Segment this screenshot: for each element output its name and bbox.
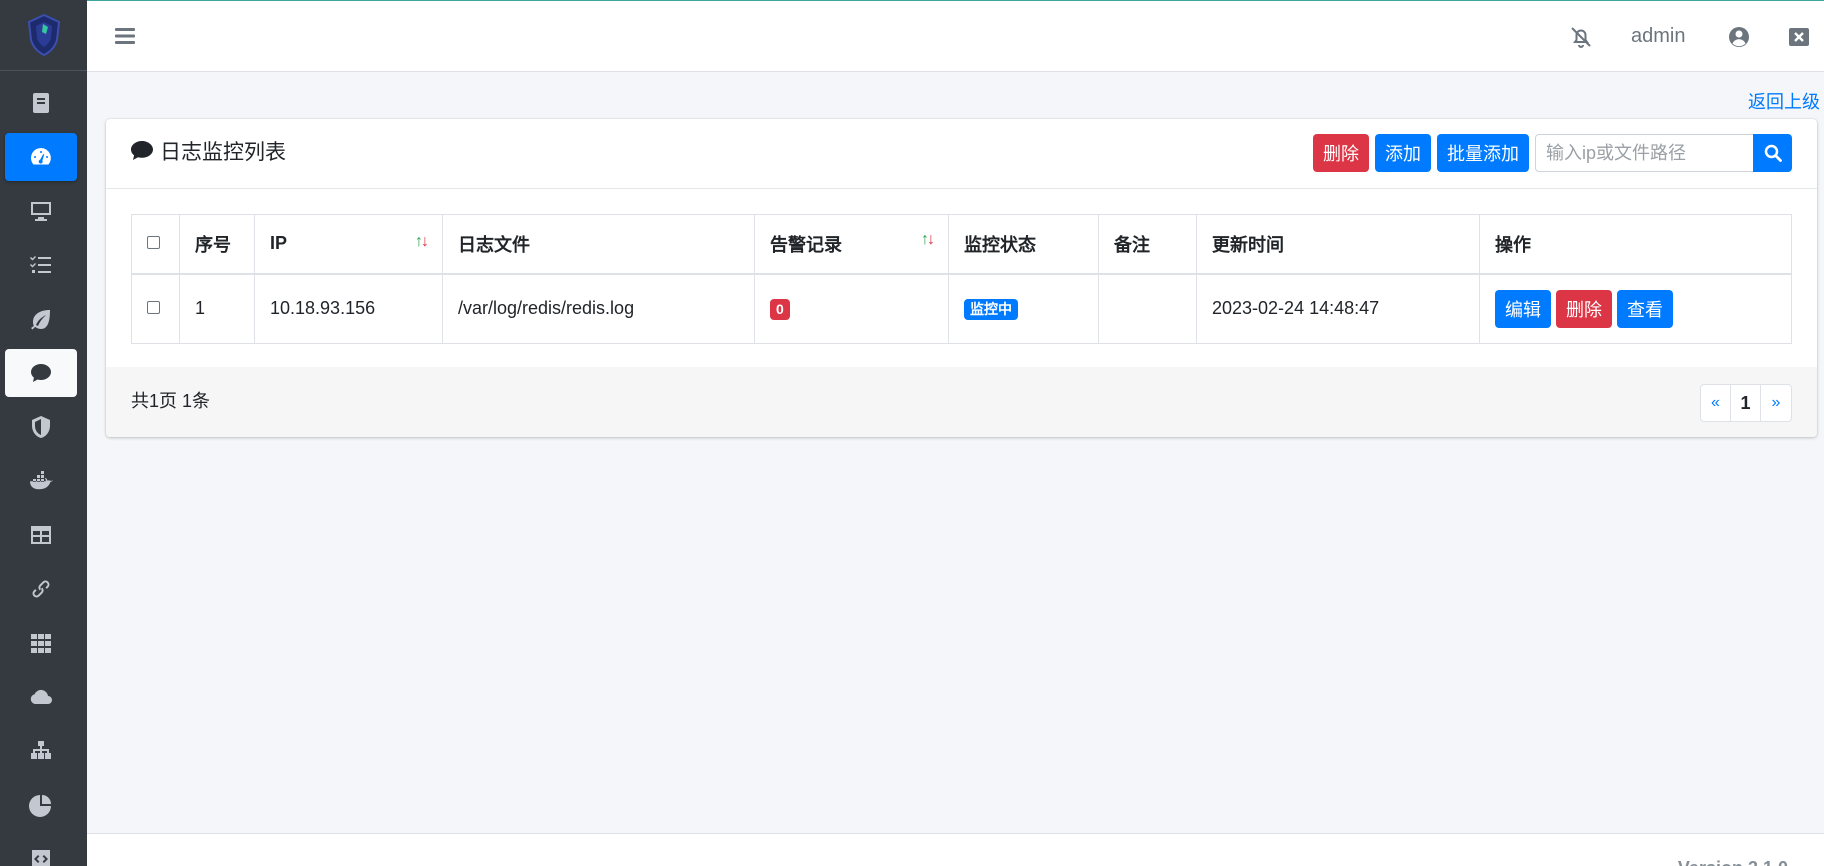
card-title-text: 日志监控列表 [160, 141, 286, 164]
sidebar-item-dashboard[interactable] [5, 133, 77, 181]
row-delete-button[interactable]: 删除 [1556, 289, 1612, 328]
sidebar-item-book[interactable] [5, 79, 77, 127]
header-actions: 操作 [1479, 214, 1792, 275]
search-input[interactable] [1535, 134, 1753, 172]
sidebar-item-leaf[interactable] [5, 295, 77, 343]
task-list-icon [30, 256, 51, 273]
row-select-cell [131, 273, 180, 344]
grid-icon [31, 634, 51, 653]
header-log-file: 日志文件 [442, 214, 755, 275]
card-toolbar: 删除 添加 批量添加 [1307, 134, 1792, 172]
row-checkbox[interactable] [147, 301, 160, 315]
brand-logo[interactable] [0, 0, 87, 71]
sidebar-item-desktop[interactable] [5, 187, 77, 235]
pagination-page[interactable]: 1 [1731, 385, 1761, 421]
desktop-monitor-icon [31, 202, 51, 221]
sidebar-item-reports[interactable] [5, 781, 77, 829]
header-updated: 更新时间 [1196, 214, 1480, 275]
table-header-row: 序号 IP ↑↓ 日志文件 告警记录 ↑↓ 监控状态 备注 更新时间 操作 [131, 214, 1792, 275]
header-ip[interactable]: IP ↑↓ [254, 214, 443, 275]
select-all-header [131, 214, 180, 275]
sort-icon[interactable]: ↑↓ [921, 231, 935, 249]
username[interactable]: admin [1631, 25, 1685, 48]
sidebar-item-docker[interactable] [5, 457, 77, 505]
sidebar-item-tasks[interactable] [5, 241, 77, 289]
cell-alert-count: 0 [754, 273, 949, 344]
pagination-next[interactable]: » [1761, 385, 1791, 421]
table-container: 序号 IP ↑↓ 日志文件 告警记录 ↑↓ 监控状态 备注 更新时间 操作 1 10… [131, 214, 1792, 344]
cell-status: 监控中 [948, 273, 1099, 344]
header-alert-count-label: 告警记录 [770, 234, 842, 255]
logo-shield-icon [27, 14, 60, 56]
search-group [1535, 134, 1792, 172]
search-icon [1764, 144, 1782, 162]
sidebar-item-network[interactable] [5, 727, 77, 775]
leaf-icon [31, 310, 50, 330]
comment-icon [31, 364, 51, 382]
sidebar-item-link[interactable] [5, 565, 77, 613]
header-alert-count[interactable]: 告警记录 ↑↓ [754, 214, 949, 275]
add-button[interactable]: 添加 [1375, 134, 1431, 172]
code-icon [32, 850, 50, 866]
header-status: 监控状态 [948, 214, 1099, 275]
dashboard-gauge-icon [31, 148, 51, 165]
log-monitor-card: 日志监控列表 删除 添加 批量添加 序号 IP↑↓ 日志文件 告警记录↑ [106, 119, 1817, 437]
table-row: 1 10.18.93.156 /var/log/redis/redis.log … [131, 273, 1792, 344]
sidebar-item-code[interactable] [5, 835, 77, 866]
sort-icon[interactable]: ↑↓ [415, 233, 429, 251]
comment-icon [131, 141, 153, 160]
card-footer: 共1页 1条 « 1 » [106, 367, 1817, 437]
shield-icon [32, 416, 50, 438]
alert-count-badge[interactable]: 0 [770, 298, 790, 320]
search-button[interactable] [1753, 134, 1792, 172]
sidebar-nav [0, 71, 87, 866]
cloud-icon [30, 689, 52, 704]
sidebar [0, 0, 87, 866]
cell-log-file: /var/log/redis/redis.log [442, 273, 755, 344]
cell-actions: 编辑 删除 查看 [1479, 273, 1792, 344]
cell-updated: 2023-02-24 14:48:47 [1196, 273, 1480, 344]
network-icon [31, 741, 51, 759]
sidebar-item-apps[interactable] [5, 619, 77, 667]
pagination: « 1 » [1700, 384, 1792, 422]
header-ip-label: IP [270, 233, 288, 254]
cell-ip: 10.18.93.156 [254, 273, 443, 344]
docker-icon [30, 471, 53, 490]
card-title: 日志监控列表 [130, 136, 286, 166]
close-window-icon[interactable] [1787, 25, 1811, 54]
sidebar-item-security[interactable] [5, 403, 77, 451]
header-index: 序号 [179, 214, 255, 275]
sidebar-item-log-monitor[interactable] [5, 349, 77, 397]
status-badge: 监控中 [964, 298, 1018, 320]
header-remark: 备注 [1098, 214, 1197, 275]
cell-index: 1 [179, 273, 255, 344]
sidebar-item-cloud[interactable] [5, 673, 77, 721]
card-header: 日志监控列表 删除 添加 批量添加 [106, 119, 1817, 189]
notifications-muted-bell-icon[interactable] [1569, 25, 1593, 54]
pagination-prev[interactable]: « [1701, 385, 1731, 421]
top-navbar: admin [87, 0, 1824, 72]
back-link[interactable]: 返回上级 [1748, 88, 1820, 114]
edit-button[interactable]: 编辑 [1495, 289, 1551, 328]
delete-button[interactable]: 删除 [1313, 134, 1369, 172]
table-icon [31, 526, 51, 544]
main-footer: Version 3.1.0 [87, 833, 1824, 866]
pagination-summary: 共1页 1条 [131, 391, 211, 411]
book-icon [33, 93, 49, 113]
user-circle-icon[interactable] [1727, 25, 1751, 54]
batch-add-button[interactable]: 批量添加 [1437, 134, 1529, 172]
view-button[interactable]: 查看 [1617, 289, 1673, 328]
log-monitor-table: 序号 IP ↑↓ 日志文件 告警记录 ↑↓ 监控状态 备注 更新时间 操作 1 10… [131, 214, 1792, 344]
select-all-checkbox[interactable] [147, 236, 160, 250]
version-label: Version 3.1.0 [1678, 858, 1788, 866]
pie-chart-icon [29, 795, 51, 817]
link-icon [32, 580, 50, 598]
cell-remark [1098, 273, 1197, 344]
menu-toggle-icon[interactable] [115, 27, 135, 50]
sidebar-item-table[interactable] [5, 511, 77, 559]
